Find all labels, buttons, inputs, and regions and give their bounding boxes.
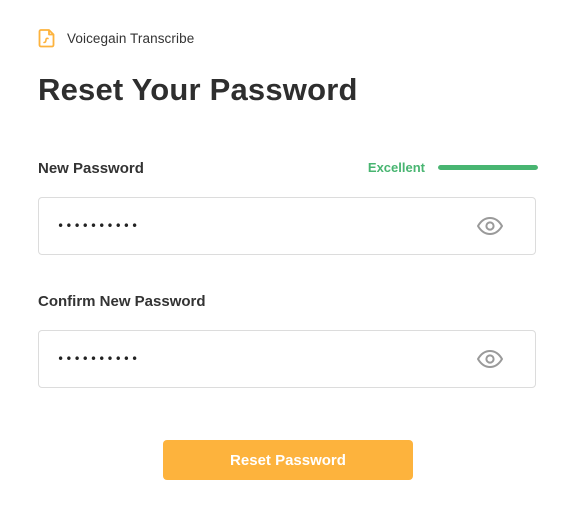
page-title: Reset Your Password: [38, 72, 358, 107]
password-strength-track: [438, 165, 538, 170]
eye-icon[interactable]: [475, 213, 505, 239]
confirm-password-input[interactable]: [39, 331, 459, 387]
new-password-field[interactable]: [38, 197, 536, 255]
confirm-password-field[interactable]: [38, 330, 536, 388]
eye-icon[interactable]: [475, 346, 505, 372]
password-strength-label: Excellent: [367, 160, 425, 175]
document-audio-icon: [38, 28, 56, 48]
new-password-label: New Password: [38, 160, 144, 177]
reset-password-button[interactable]: Reset Password: [163, 440, 413, 480]
password-strength-fill: [438, 165, 538, 170]
reset-password-page: Voicegain Transcribe Reset Your Password…: [0, 0, 588, 522]
confirm-password-label: Confirm New Password: [38, 293, 206, 310]
password-strength-meter: Excellent: [368, 160, 538, 175]
new-password-input[interactable]: [39, 198, 459, 254]
brand-header: Voicegain Transcribe: [38, 27, 194, 49]
brand-name: Voicegain Transcribe: [67, 30, 195, 46]
